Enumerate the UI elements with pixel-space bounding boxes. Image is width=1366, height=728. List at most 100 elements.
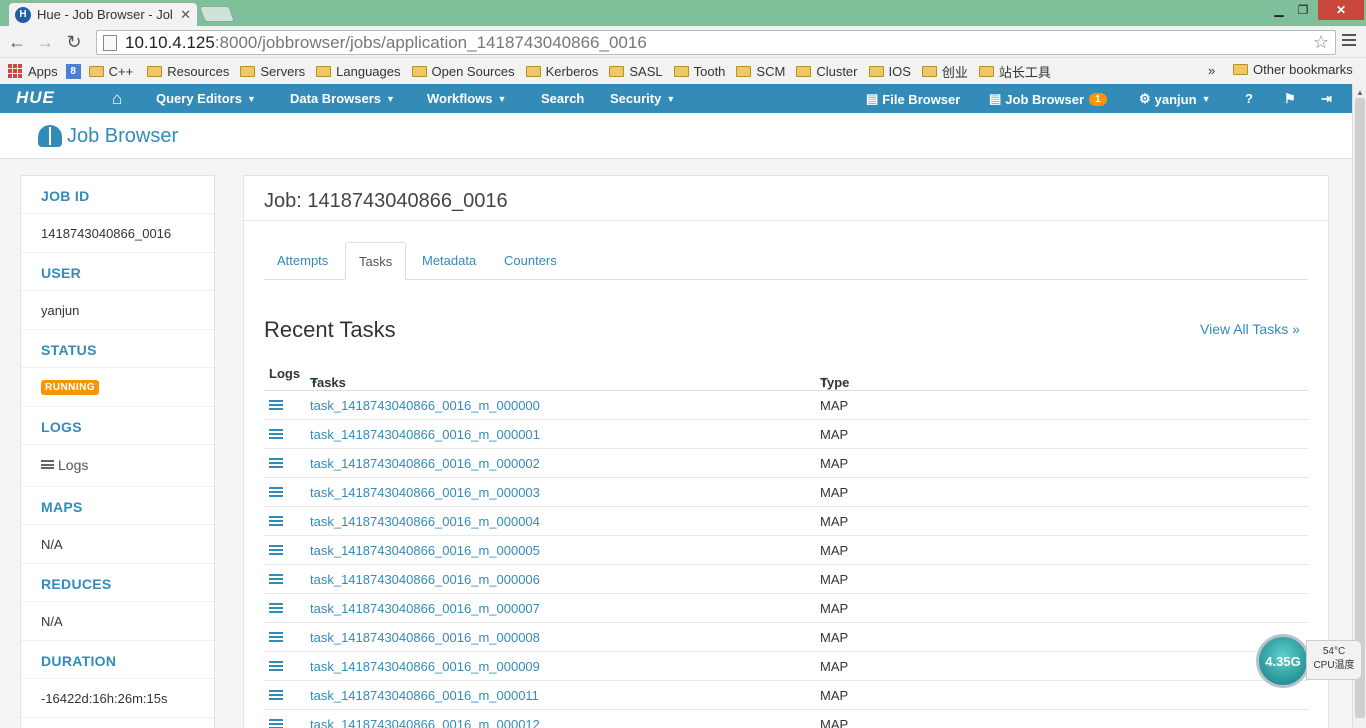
- nav-user-menu[interactable]: ⚙ yanjun ▼: [1139, 91, 1210, 107]
- logs-icon[interactable]: [269, 690, 283, 700]
- folder-icon: [88, 65, 104, 77]
- maps-value: N/A: [21, 525, 214, 564]
- task-link[interactable]: task_1418743040866_0016_m_000002: [310, 456, 540, 471]
- logs-icon[interactable]: [269, 632, 283, 642]
- tab-tasks[interactable]: Tasks: [345, 242, 407, 280]
- cpu-monitor-widget[interactable]: 4.35G 54°C CPU温度: [1256, 634, 1366, 688]
- close-tab-icon[interactable]: ✕: [180, 7, 191, 23]
- bookmark-folder[interactable]: Languages: [316, 64, 401, 79]
- home-icon[interactable]: ⌂: [112, 89, 122, 109]
- logs-icon[interactable]: [269, 545, 283, 555]
- task-link[interactable]: task_1418743040866_0016_m_000011: [310, 688, 539, 703]
- hue-logo[interactable]: HUE: [16, 88, 55, 108]
- logs-icon[interactable]: [269, 458, 283, 468]
- bookmark-folder[interactable]: Resources: [147, 64, 229, 79]
- duration-label: DURATION: [21, 641, 214, 679]
- page-header: Job Browser: [0, 113, 1352, 159]
- job-count-badge: 1: [1089, 92, 1107, 106]
- flag-icon[interactable]: ⚑: [1284, 91, 1296, 107]
- page-scrollbar[interactable]: ▲: [1352, 84, 1366, 728]
- restore-icon[interactable]: ❐: [1292, 0, 1314, 20]
- task-link[interactable]: task_1418743040866_0016_m_000012: [310, 717, 540, 728]
- nav-security[interactable]: Security ▼: [610, 91, 675, 106]
- nav-job-browser[interactable]: ▤ Job Browser 1: [989, 91, 1107, 107]
- bookmark-label: Apps: [28, 63, 58, 79]
- new-tab-button[interactable]: [199, 6, 235, 22]
- task-link[interactable]: task_1418743040866_0016_m_000009: [310, 659, 540, 674]
- logs-icon[interactable]: [269, 487, 283, 497]
- other-bookmarks[interactable]: Other bookmarks: [1233, 62, 1353, 77]
- bookmarks-bar: Apps 8 C++ Resources Servers Languages O…: [0, 58, 1366, 84]
- scroll-up-arrow-icon[interactable]: ▲: [1356, 88, 1364, 97]
- bookmarks-overflow-chevron[interactable]: »: [1208, 63, 1215, 78]
- browser-tab[interactable]: H Hue - Job Browser - Jol ✕: [8, 2, 198, 26]
- back-arrow-icon[interactable]: ←: [6, 31, 28, 53]
- task-link[interactable]: task_1418743040866_0016_m_000000: [310, 398, 540, 413]
- table-body: task_1418743040866_0016_m_000000 MAP task…: [264, 391, 1308, 728]
- task-link[interactable]: task_1418743040866_0016_m_000008: [310, 630, 540, 645]
- close-window-icon[interactable]: ✕: [1318, 0, 1364, 20]
- bookmark-folder[interactable]: 创业: [921, 62, 968, 81]
- bookmark-folder[interactable]: SASL: [609, 64, 663, 79]
- logs-label: LOGS: [21, 407, 214, 445]
- tab-attempts[interactable]: Attempts: [264, 242, 341, 280]
- bookmark-folder[interactable]: SCM: [736, 64, 785, 79]
- nav-data-browsers[interactable]: Data Browsers ▼: [290, 91, 395, 106]
- task-link[interactable]: task_1418743040866_0016_m_000003: [310, 485, 540, 500]
- task-link[interactable]: task_1418743040866_0016_m_000007: [310, 601, 540, 616]
- view-all-tasks-link[interactable]: View All Tasks »: [1200, 321, 1300, 337]
- bookmark-apps[interactable]: Apps: [8, 64, 58, 79]
- logs-icon[interactable]: [269, 603, 283, 613]
- logs-icon[interactable]: [269, 661, 283, 671]
- bookmark-folder[interactable]: Kerberos: [525, 64, 598, 79]
- task-link[interactable]: task_1418743040866_0016_m_000005: [310, 543, 540, 558]
- logs-link[interactable]: Logs: [21, 445, 214, 487]
- table-row: task_1418743040866_0016_m_000006 MAP: [264, 565, 1308, 594]
- reload-icon[interactable]: ↻: [63, 31, 85, 53]
- tab-metadata[interactable]: Metadata: [409, 242, 489, 280]
- duration-value: -16422d:16h:26m:15s: [21, 679, 214, 718]
- forward-arrow-icon[interactable]: →: [34, 31, 56, 53]
- bookmark-label: 创业: [941, 64, 968, 80]
- table-row: task_1418743040866_0016_m_000007 MAP: [264, 594, 1308, 623]
- task-type: MAP: [820, 514, 849, 529]
- bookmark-folder[interactable]: 站长工具: [978, 62, 1051, 81]
- address-bar[interactable]: 10.10.4.125:8000/jobbrowser/jobs/applica…: [96, 30, 1336, 55]
- bookmark-label: Open Sources: [431, 63, 515, 79]
- logs-icon[interactable]: [269, 516, 283, 526]
- user-value: yanjun: [21, 291, 214, 330]
- bookmark-folder[interactable]: Tooth: [673, 64, 725, 79]
- logs-icon[interactable]: [269, 719, 283, 728]
- bookmark-folder[interactable]: C++: [88, 63, 134, 79]
- nav-file-browser[interactable]: ▤ File Browser: [866, 91, 960, 107]
- tab-counters[interactable]: Counters: [491, 242, 570, 280]
- task-link[interactable]: task_1418743040866_0016_m_000001: [310, 427, 540, 442]
- browser-menu-icon[interactable]: [1342, 34, 1356, 48]
- task-link[interactable]: task_1418743040866_0016_m_000004: [310, 514, 540, 529]
- nav-workflows[interactable]: Workflows ▼: [427, 91, 506, 106]
- logs-icon[interactable]: [269, 429, 283, 439]
- logout-icon[interactable]: ⇥: [1321, 91, 1332, 107]
- bookmark-google[interactable]: 8: [65, 63, 87, 79]
- google-icon: 8: [65, 63, 81, 79]
- bookmark-folder[interactable]: Open Sources: [411, 63, 515, 79]
- bookmark-label: C++: [108, 63, 134, 79]
- nav-query-editors[interactable]: Query Editors ▼: [156, 91, 256, 106]
- scrollbar-thumb[interactable]: [1355, 98, 1365, 718]
- logs-icon[interactable]: [269, 574, 283, 584]
- minimize-icon[interactable]: ▁: [1268, 0, 1290, 20]
- bookmark-label: Servers: [260, 63, 306, 79]
- section-title: Recent Tasks: [264, 317, 396, 342]
- chevron-down-icon: ▼: [666, 93, 676, 104]
- bookmark-folder[interactable]: Cluster: [796, 64, 858, 79]
- nav-label: Job Browser: [1005, 91, 1085, 107]
- task-link[interactable]: task_1418743040866_0016_m_000006: [310, 572, 540, 587]
- bookmark-folder[interactable]: Servers: [240, 64, 305, 79]
- url-host: 10.10.4.125: [125, 32, 215, 52]
- folder-icon: [1233, 64, 1248, 75]
- bookmark-folder[interactable]: IOS: [868, 64, 911, 79]
- help-icon[interactable]: ?: [1245, 91, 1253, 106]
- logs-icon[interactable]: [269, 400, 283, 410]
- nav-search[interactable]: Search: [541, 91, 584, 106]
- bookmark-star-icon[interactable]: ☆: [1313, 32, 1329, 53]
